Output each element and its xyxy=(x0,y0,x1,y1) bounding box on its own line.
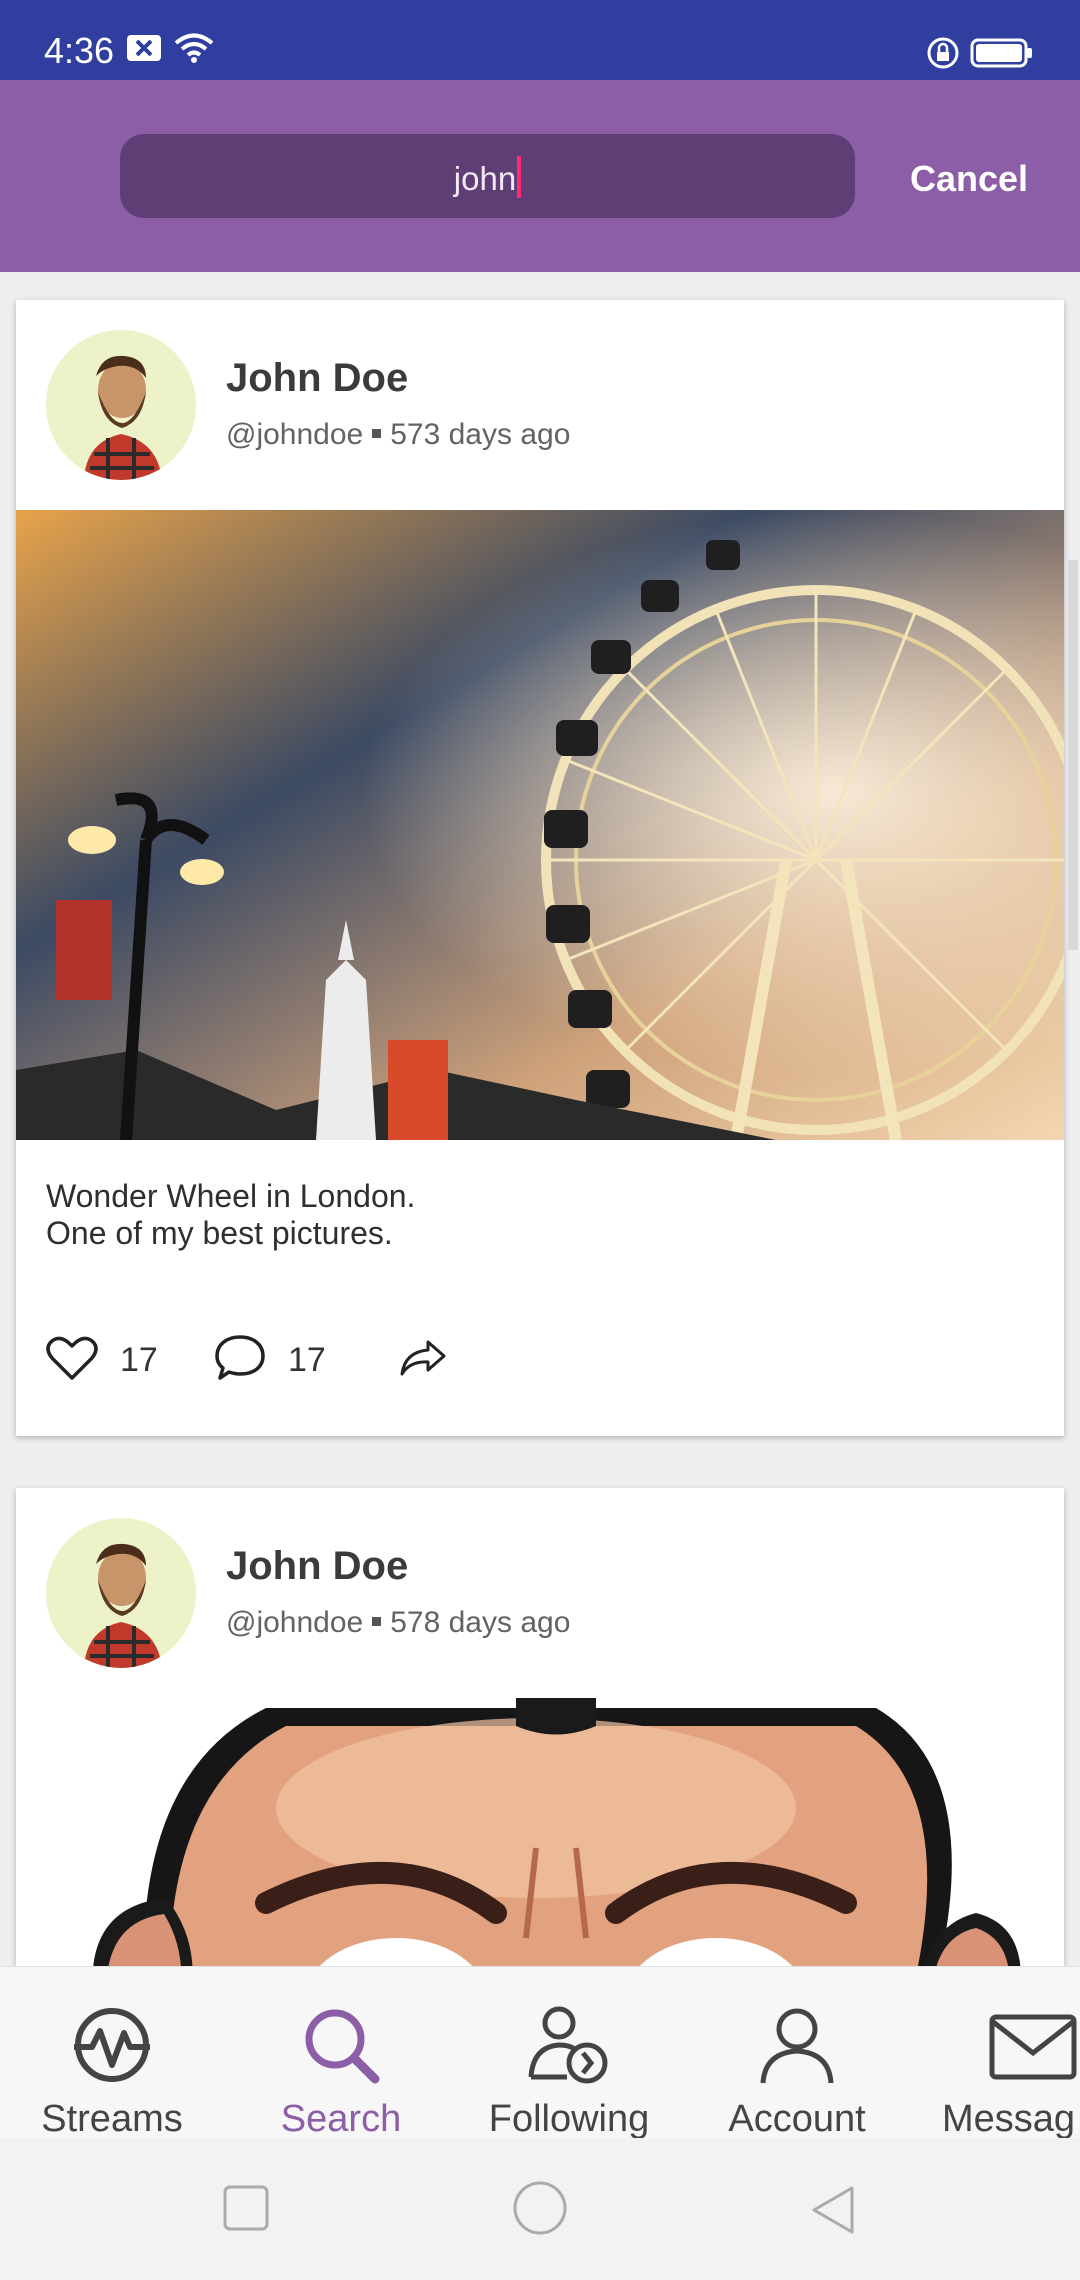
back-icon[interactable] xyxy=(808,2184,856,2241)
system-nav xyxy=(0,2138,1080,2280)
bottom-nav: Streams Search Following Account Messag xyxy=(0,1966,1080,2141)
post-actions: 17 17 xyxy=(46,1330,646,1390)
following-icon xyxy=(527,2006,611,2091)
mail-icon xyxy=(928,2003,1080,2092)
nav-account[interactable]: Account xyxy=(697,2003,897,2141)
nav-label: Search xyxy=(280,2098,402,2140)
nav-search[interactable]: Search xyxy=(241,2003,441,2141)
nav-messages[interactable]: Messag xyxy=(928,2003,1080,2141)
nav-label: Streams xyxy=(41,2098,183,2140)
like-count: 17 xyxy=(120,1340,158,1379)
status-time: 4:36 xyxy=(44,30,115,71)
post-image[interactable] xyxy=(16,1698,1064,2008)
like-button[interactable]: 17 xyxy=(46,1330,158,1390)
search-input[interactable]: john xyxy=(120,134,855,218)
heart-icon xyxy=(46,1334,98,1387)
comment-icon xyxy=(214,1333,266,1388)
author-name[interactable]: John Doe xyxy=(226,356,408,401)
author-handle[interactable]: @johndoe xyxy=(226,1606,363,1639)
text-caret xyxy=(517,156,522,198)
lock-icon xyxy=(926,36,960,75)
search-header: john Cancel xyxy=(0,80,1080,272)
scrollbar[interactable] xyxy=(1068,560,1078,950)
battery-icon xyxy=(970,38,1034,73)
post-image[interactable] xyxy=(16,510,1064,1140)
close-box-icon xyxy=(126,34,162,67)
nav-following[interactable]: Following xyxy=(469,2003,669,2141)
post-time: 573 days ago xyxy=(390,418,571,451)
post-card[interactable]: John Doe @johndoe 573 days ago Wonder Wh… xyxy=(16,300,1064,1436)
share-button[interactable] xyxy=(398,1330,448,1390)
post-text: Wonder Wheel in London. One of my best p… xyxy=(46,1178,415,1252)
comment-button[interactable]: 17 xyxy=(214,1330,326,1390)
streams-icon xyxy=(70,2008,154,2091)
separator-dot xyxy=(372,1617,382,1626)
avatar[interactable] xyxy=(46,330,196,480)
post-time: 578 days ago xyxy=(390,1606,571,1639)
status-bar: 4:36 xyxy=(0,0,1080,80)
account-icon xyxy=(755,2008,839,2091)
nav-streams[interactable]: Streams xyxy=(12,2003,212,2141)
nav-label: Messag xyxy=(942,2098,1076,2140)
author-meta: @johndoe 573 days ago xyxy=(226,418,570,452)
post-card[interactable]: John Doe @johndoe 578 days ago xyxy=(16,1488,1064,2008)
post-text-line: One of my best pictures. xyxy=(46,1215,393,1251)
wifi-icon xyxy=(173,32,215,69)
post-text-line: Wonder Wheel in London. xyxy=(46,1178,416,1214)
search-value-wrap: john xyxy=(120,156,855,198)
cancel-button[interactable]: Cancel xyxy=(910,158,1028,200)
search-icon xyxy=(299,2009,383,2091)
comment-count: 17 xyxy=(288,1340,326,1379)
avatar[interactable] xyxy=(46,1518,196,1668)
nav-label: Following xyxy=(488,2098,650,2140)
separator-dot xyxy=(372,429,382,438)
nav-label: Account xyxy=(728,2098,866,2140)
author-meta: @johndoe 578 days ago xyxy=(226,1606,570,1640)
author-name[interactable]: John Doe xyxy=(226,1544,408,1589)
home-icon[interactable] xyxy=(512,2180,568,2241)
share-icon xyxy=(398,1336,448,1385)
author-handle[interactable]: @johndoe xyxy=(226,418,363,451)
search-query: john xyxy=(453,160,517,197)
recents-icon[interactable] xyxy=(222,2184,270,2237)
